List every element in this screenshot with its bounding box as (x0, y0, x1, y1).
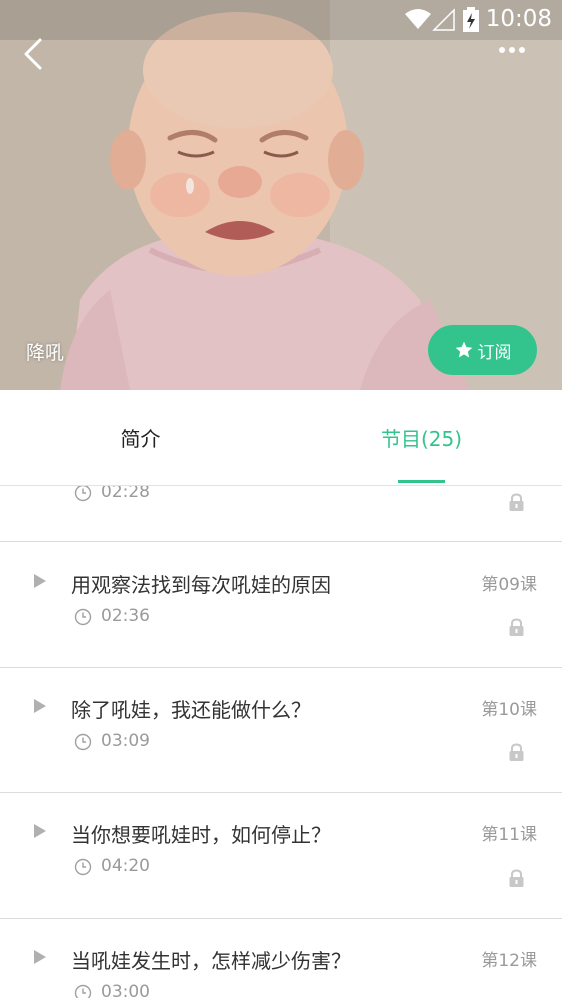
subscribe-label: 订阅 (477, 342, 512, 363)
signal-icon (432, 8, 455, 31)
back-button[interactable] (14, 34, 54, 74)
battery-charging-icon (463, 7, 479, 32)
status-bar: 10:08 (0, 0, 562, 40)
tab-bar: 简介 节目(25) (0, 390, 562, 486)
clock-icon (74, 858, 92, 876)
lesson-row[interactable]: 02:28 (0, 486, 562, 542)
tab-episodes[interactable]: 节目(25) (281, 390, 562, 485)
active-tab-indicator (398, 480, 445, 483)
play-icon (34, 699, 46, 713)
lesson-number: 第09课 (481, 575, 537, 595)
lock-icon (509, 618, 524, 636)
clock-icon (74, 608, 92, 626)
lesson-title: 除了吼娃，我还能做什么？ (71, 698, 311, 722)
status-time: 10:08 (485, 6, 552, 32)
lesson-number: 第11课 (481, 825, 537, 845)
more-dots-icon (499, 47, 525, 53)
tab-intro[interactable]: 简介 (0, 390, 281, 485)
lesson-list[interactable]: 02:28 用观察法找到每次吼娃的原因 02:36 第09课 除了吼娃，我还能做… (0, 486, 562, 998)
album-title: 降吼 (26, 342, 65, 364)
clock-icon (74, 984, 92, 998)
lesson-duration: 02:36 (101, 606, 150, 626)
lesson-duration: 02:28 (101, 486, 150, 502)
lesson-number: 第12课 (481, 951, 537, 971)
subscribe-button[interactable]: 订阅 (428, 325, 537, 375)
lesson-title: 当吼娃发生时，怎样减少伤害？ (71, 949, 351, 973)
lock-icon (509, 493, 524, 511)
lesson-row[interactable]: 用观察法找到每次吼娃的原因 02:36 第09课 (0, 542, 562, 668)
lesson-title: 用观察法找到每次吼娃的原因 (71, 573, 331, 597)
lock-icon (509, 869, 524, 887)
lesson-duration: 03:09 (101, 731, 150, 751)
lesson-duration: 04:20 (101, 856, 150, 876)
lesson-title: 当你想要吼娃时，如何停止？ (71, 823, 331, 847)
lesson-row[interactable]: 除了吼娃，我还能做什么？ 03:09 第10课 (0, 668, 562, 794)
lesson-row[interactable]: 当你想要吼娃时，如何停止？ 04:20 第11课 (0, 793, 562, 919)
more-options-button[interactable] (494, 36, 530, 64)
wifi-icon (405, 9, 431, 29)
star-icon (455, 341, 472, 358)
lesson-row[interactable]: 当吼娃发生时，怎样减少伤害？ 03:00 第12课 (0, 919, 562, 998)
play-icon (34, 574, 46, 588)
lesson-number: 第10课 (481, 700, 537, 720)
clock-icon (74, 733, 92, 751)
clock-icon (74, 486, 92, 502)
chevron-left-icon (24, 38, 42, 70)
lock-icon (509, 743, 524, 761)
lesson-duration: 03:00 (101, 982, 150, 998)
play-icon (34, 950, 46, 964)
play-icon (34, 824, 46, 838)
cover-banner: 10:08 降吼 订阅 (0, 0, 562, 390)
